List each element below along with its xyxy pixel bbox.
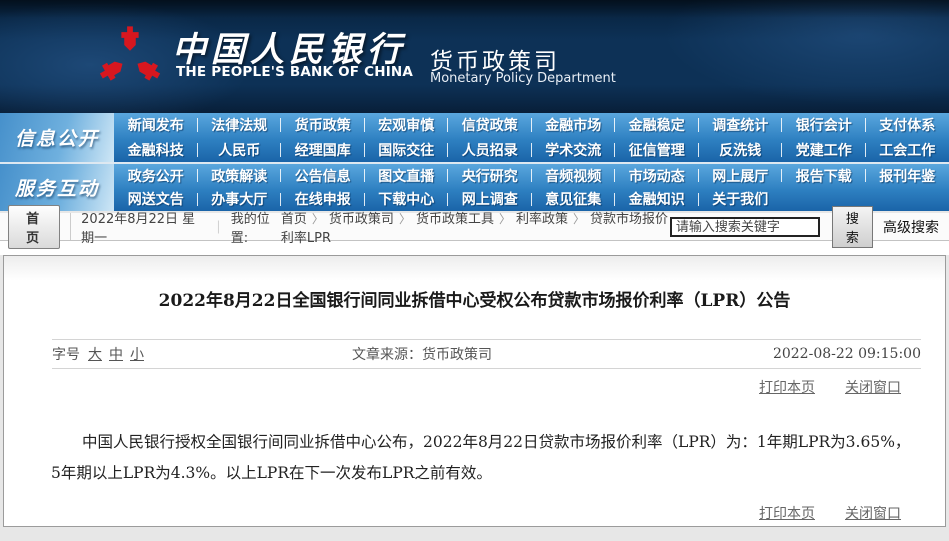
nav-item[interactable]: 经理国库	[281, 138, 365, 163]
nav-item[interactable]: 网送文告	[114, 188, 198, 212]
divider: ｜	[211, 221, 225, 236]
crumb-separator-icon: 〉	[498, 211, 511, 226]
department-name-en: Monetary Policy Department	[430, 71, 616, 86]
nav-empty-cell	[866, 188, 949, 212]
nav-item[interactable]: 国际交往	[365, 138, 449, 163]
home-button-wrap: 首 页	[0, 204, 72, 249]
font-size-link[interactable]: 小	[130, 347, 144, 363]
nav-item[interactable]: 新闻发布	[114, 113, 198, 138]
close-window-link[interactable]: 关闭窗口	[845, 377, 901, 397]
nav-item[interactable]: 网上调查	[448, 188, 532, 212]
nav-item[interactable]: 学术交流	[532, 138, 616, 163]
nav-section: 服务互动 政务公开 政策解读 公告信息 图文直播 央行研究 音频视频 市场动态 网上展厅 报告下载…	[0, 162, 949, 211]
location-label: 我的位置:	[230, 211, 270, 246]
nav-item[interactable]: 公告信息	[281, 164, 365, 188]
nav-item[interactable]: 调查统计	[699, 113, 783, 138]
article-meta-row: 字号 大中小 文章来源：货币政策司 2022-08-22 09:15:00	[52, 339, 921, 369]
nav-item[interactable]: 网上展厅	[699, 164, 783, 188]
nav-item[interactable]: 下载中心	[365, 188, 449, 212]
crumb-link[interactable]: 利率政策	[516, 212, 568, 227]
nav-item[interactable]: 支付体系	[866, 113, 949, 138]
print-page-link[interactable]: 打印本页	[759, 377, 815, 397]
nav-empty-cell	[782, 188, 866, 212]
source-value: 货币政策司	[422, 347, 492, 363]
print-page-link[interactable]: 打印本页	[759, 503, 815, 523]
nav-section-label: 信息公开	[0, 113, 114, 162]
nav-item[interactable]: 办事大厅	[198, 188, 282, 212]
nav-item[interactable]: 反洗钱	[699, 138, 783, 163]
nav-item[interactable]: 图文直播	[365, 164, 449, 188]
breadcrumb-bar: 首 页 2022年8月22日 星期一 ｜ 我的位置: 首页〉货币政策司〉货币政策…	[0, 204, 949, 249]
nav-item[interactable]: 法律法规	[198, 113, 282, 138]
nav-section-label: 服务互动	[0, 164, 114, 211]
nav-item[interactable]: 关于我们	[699, 188, 783, 212]
nav-item[interactable]: 意见征集	[532, 188, 616, 212]
nav-section: 信息公开 新闻发布 法律法规 货币政策 宏观审慎 信贷政策 金融市场 金融稳定 调查统计 银行会计…	[0, 113, 949, 162]
nav-item[interactable]: 金融稳定	[615, 113, 699, 138]
nav-item[interactable]: 央行研究	[448, 164, 532, 188]
nav-item[interactable]: 货币政策	[281, 113, 365, 138]
crumb-link[interactable]: 首页	[281, 212, 307, 227]
pboc-logo-icon	[99, 26, 161, 81]
nav-section-grid: 政务公开 政策解读 公告信息 图文直播 央行研究 音频视频 市场动态 网上展厅 报告下载 报刊年鉴…	[114, 164, 949, 211]
font-size-label: 字号	[52, 347, 80, 363]
nav-item[interactable]: 报刊年鉴	[866, 164, 949, 188]
search-button[interactable]: 搜索	[831, 205, 873, 248]
article-actions-top: 打印本页 关闭窗口	[4, 377, 901, 397]
site-header: 中国人民银行 THE PEOPLE'S BANK OF CHINA 货币政策司 …	[0, 0, 949, 113]
search-input[interactable]	[669, 216, 820, 237]
nav-item[interactable]: 人员招录	[448, 138, 532, 163]
article-card: 2022年8月22日全国银行间同业拆借中心受权公布贷款市场报价利率（LPR）公告…	[3, 255, 946, 527]
nav-section-grid: 新闻发布 法律法规 货币政策 宏观审慎 信贷政策 金融市场 金融稳定 调查统计 银行会计 支付体系…	[114, 113, 949, 162]
article-source: 文章来源：货币政策司	[352, 344, 492, 364]
article-title: 2022年8月22日全国银行间同业拆借中心受权公布贷款市场报价利率（LPR）公告	[158, 291, 791, 311]
nav-item[interactable]: 宏观审慎	[365, 113, 449, 138]
nav-item[interactable]: 金融市场	[532, 113, 616, 138]
font-size-link[interactable]: 大	[88, 347, 102, 363]
breadcrumb: 首页〉货币政策司〉货币政策工具〉利率政策〉贷款市场报价利率LPR	[281, 208, 670, 246]
font-size-links: 大中小	[88, 344, 151, 364]
nav-item[interactable]: 音频视频	[532, 164, 616, 188]
main-navigation: 信息公开 新闻发布 法律法规 货币政策 宏观审慎 信贷政策 金融市场 金融稳定 调查统计 银行会计…	[0, 113, 949, 213]
nav-item[interactable]: 党建工作	[782, 138, 866, 163]
nav-item[interactable]: 人民币	[198, 138, 282, 163]
nav-item[interactable]: 征信管理	[615, 138, 699, 163]
nav-item[interactable]: 金融科技	[114, 138, 198, 163]
nav-item[interactable]: 银行会计	[782, 113, 866, 138]
source-label: 文章来源：	[352, 347, 422, 363]
bank-name-en: THE PEOPLE'S BANK OF CHINA	[176, 64, 414, 80]
nav-item[interactable]: 政务公开	[114, 164, 198, 188]
nav-item[interactable]: 政策解读	[198, 164, 282, 188]
crumb-separator-icon: 〉	[573, 211, 586, 226]
nav-item[interactable]: 信贷政策	[448, 113, 532, 138]
crumb-link[interactable]: 货币政策工具	[416, 212, 494, 227]
article-actions-bottom: 打印本页 关闭窗口	[4, 503, 901, 523]
crumb-separator-icon: 〉	[398, 211, 411, 226]
nav-item[interactable]: 市场动态	[615, 164, 699, 188]
home-button[interactable]: 首 页	[8, 204, 61, 249]
close-window-link[interactable]: 关闭窗口	[845, 503, 901, 523]
nav-item[interactable]: 报告下载	[782, 164, 866, 188]
advanced-search-link[interactable]: 高级搜索	[883, 217, 939, 237]
current-date: 2022年8月22日 星期一	[81, 211, 196, 246]
nav-item[interactable]: 工会工作	[866, 138, 949, 163]
article-body: 中国人民银行授权全国银行间同业拆借中心公布，2022年8月22日贷款市场报价利率…	[51, 433, 911, 482]
nav-item[interactable]: 金融知识	[615, 188, 699, 212]
font-size-link[interactable]: 中	[109, 347, 123, 363]
nav-item[interactable]: 在线申报	[281, 188, 365, 212]
crumb-link[interactable]: 货币政策司	[329, 212, 394, 227]
article-timestamp: 2022-08-22 09:15:00	[772, 346, 921, 362]
crumb-separator-icon: 〉	[311, 211, 324, 226]
